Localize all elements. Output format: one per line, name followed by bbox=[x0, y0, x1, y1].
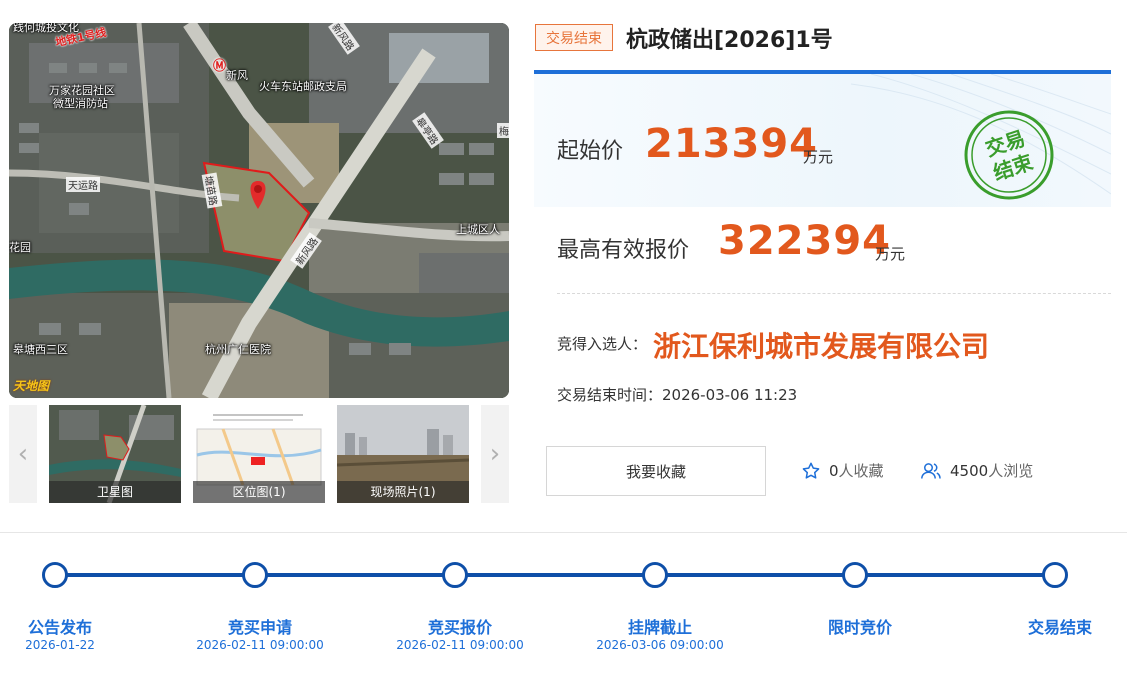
timeline-step-date: 2026-01-22 bbox=[25, 638, 95, 652]
timeline-step-date: 2026-02-11 09:00:00 bbox=[196, 638, 324, 652]
divider bbox=[557, 293, 1111, 294]
map-label-road-tianyun: 天运路 bbox=[66, 177, 100, 192]
map-label-gaotang: 皋塘西三区 bbox=[13, 343, 68, 356]
section-divider bbox=[0, 532, 1127, 533]
thumbnail-caption: 卫星图 bbox=[49, 481, 181, 503]
favorites-count: 0 bbox=[829, 461, 839, 480]
max-price-label: 最高有效报价 bbox=[557, 238, 690, 263]
timeline-step-date: 2026-02-11 09:00:00 bbox=[396, 638, 524, 652]
map-label-garden: 花园 bbox=[9, 241, 31, 254]
timeline-step-label: 挂牌截止 bbox=[627, 618, 692, 637]
map-label-hospital: 杭州广仁医院 bbox=[205, 343, 271, 356]
thumbnail-caption: 区位图(1) bbox=[193, 481, 325, 503]
map-logo: 天地图 bbox=[13, 379, 50, 393]
thumbnail-photo[interactable]: 现场照片(1) bbox=[337, 405, 469, 503]
end-time: 交易结束时间：2026-03-06 11:23 bbox=[557, 386, 798, 404]
max-price-unit: 万元 bbox=[875, 245, 906, 263]
timeline-step-date: 2026-03-06 09:00:00 bbox=[596, 638, 724, 652]
timeline-node bbox=[242, 562, 268, 588]
timeline-step-label: 公告发布 bbox=[27, 618, 92, 637]
winner-name: 浙江保利城市发展有限公司 bbox=[653, 330, 990, 363]
timeline-step-label: 竞买报价 bbox=[427, 618, 492, 637]
views-stat: 4500 人浏览 bbox=[920, 460, 1033, 481]
users-icon bbox=[921, 462, 941, 479]
map-label-district: 上城区人 bbox=[456, 223, 500, 236]
map-label-road-mei: 梅 bbox=[497, 123, 509, 138]
views-suffix: 人浏览 bbox=[988, 462, 1034, 480]
start-price-unit: 万元 bbox=[803, 148, 834, 166]
thumbnail-location[interactable]: 区位图(1) bbox=[193, 405, 325, 503]
metro-icon: Ⓜ bbox=[213, 59, 227, 74]
status-badge: 交易结束 bbox=[535, 24, 613, 51]
favorites-stat: 0 人收藏 bbox=[801, 460, 884, 481]
timeline-node bbox=[442, 562, 468, 588]
favorite-button[interactable]: 我要收藏 bbox=[546, 446, 766, 496]
timeline-track bbox=[56, 573, 1056, 577]
deal-closed-stamp: 交易 结束 bbox=[964, 110, 1054, 200]
thumbnail-prev-button[interactable]: ‹ bbox=[9, 405, 37, 503]
timeline-node bbox=[1042, 562, 1068, 588]
timeline-node bbox=[842, 562, 868, 588]
timeline-step-label: 限时竞价 bbox=[827, 618, 892, 637]
timeline-step-label: 竞买申请 bbox=[227, 618, 292, 637]
map-label-fire-station: 微型消防站 bbox=[53, 97, 108, 110]
timeline-node bbox=[42, 562, 68, 588]
start-price-label: 起始价 bbox=[557, 139, 624, 164]
favorites-suffix: 人收藏 bbox=[838, 462, 884, 480]
timeline-node bbox=[642, 562, 668, 588]
page-title: 杭政储出[2026]1号 bbox=[626, 28, 833, 53]
views-count: 4500 bbox=[950, 461, 989, 480]
map-label-post-office: 火车东站邮政支局 bbox=[259, 80, 347, 93]
star-icon bbox=[802, 462, 820, 479]
satellite-map[interactable]: 践何城投文化 地铁1号线 Ⓜ 新风 火车东站邮政支局 万家花园社区 微型消防站 … bbox=[9, 23, 509, 398]
start-price-value: 213394 bbox=[645, 121, 818, 167]
map-label-metro-station: 新风 bbox=[226, 69, 248, 82]
thumbnail-satellite[interactable]: 卫星图 bbox=[49, 405, 181, 503]
thumbnail-next-button[interactable]: › bbox=[481, 405, 509, 503]
thumbnail-caption: 现场照片(1) bbox=[337, 481, 469, 503]
winner-label: 竞得入选人： bbox=[557, 335, 648, 353]
timeline-step-label: 交易结束 bbox=[1027, 618, 1092, 637]
max-price-value: 322394 bbox=[718, 218, 891, 264]
